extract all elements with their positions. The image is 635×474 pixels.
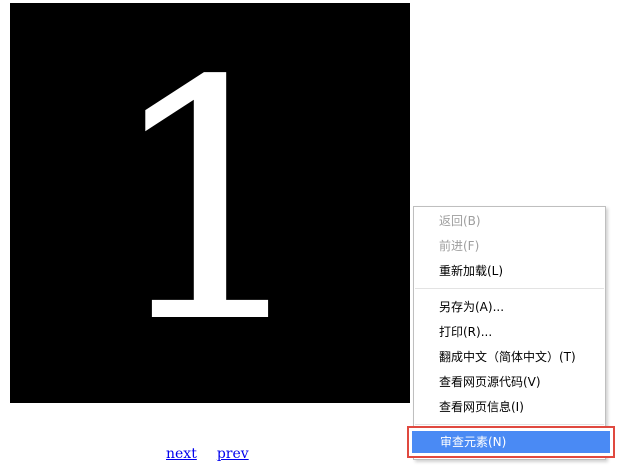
context-menu: 返回(B) 前进(F) 重新加载(L) 另存为(A)... 打印(R)... 翻… xyxy=(413,206,606,460)
menu-item-view-source[interactable]: 查看网页源代码(V) xyxy=(414,370,605,395)
menu-separator xyxy=(415,288,604,289)
menu-item-translate[interactable]: 翻成中文（简体中文）(T) xyxy=(414,345,605,370)
menu-item-print[interactable]: 打印(R)... xyxy=(414,320,605,345)
slide-canvas: 1 xyxy=(10,3,410,403)
menu-separator xyxy=(415,424,604,425)
prev-link[interactable]: prev xyxy=(217,446,249,462)
menu-item-reload[interactable]: 重新加载(L) xyxy=(414,259,605,284)
menu-item-page-info[interactable]: 查看网页信息(I) xyxy=(414,395,605,420)
menu-item-inspect-element[interactable]: 审查元素(N) xyxy=(412,431,610,453)
menu-item-forward[interactable]: 前进(F) xyxy=(414,234,605,259)
slide-number: 1 xyxy=(105,11,315,395)
next-link[interactable]: next xyxy=(166,446,197,462)
menu-item-back[interactable]: 返回(B) xyxy=(414,209,605,234)
menu-item-save-as[interactable]: 另存为(A)... xyxy=(414,295,605,320)
slide-navigation: next prev xyxy=(166,446,249,462)
annotation-highlight-box: 审查元素(N) xyxy=(407,426,615,458)
